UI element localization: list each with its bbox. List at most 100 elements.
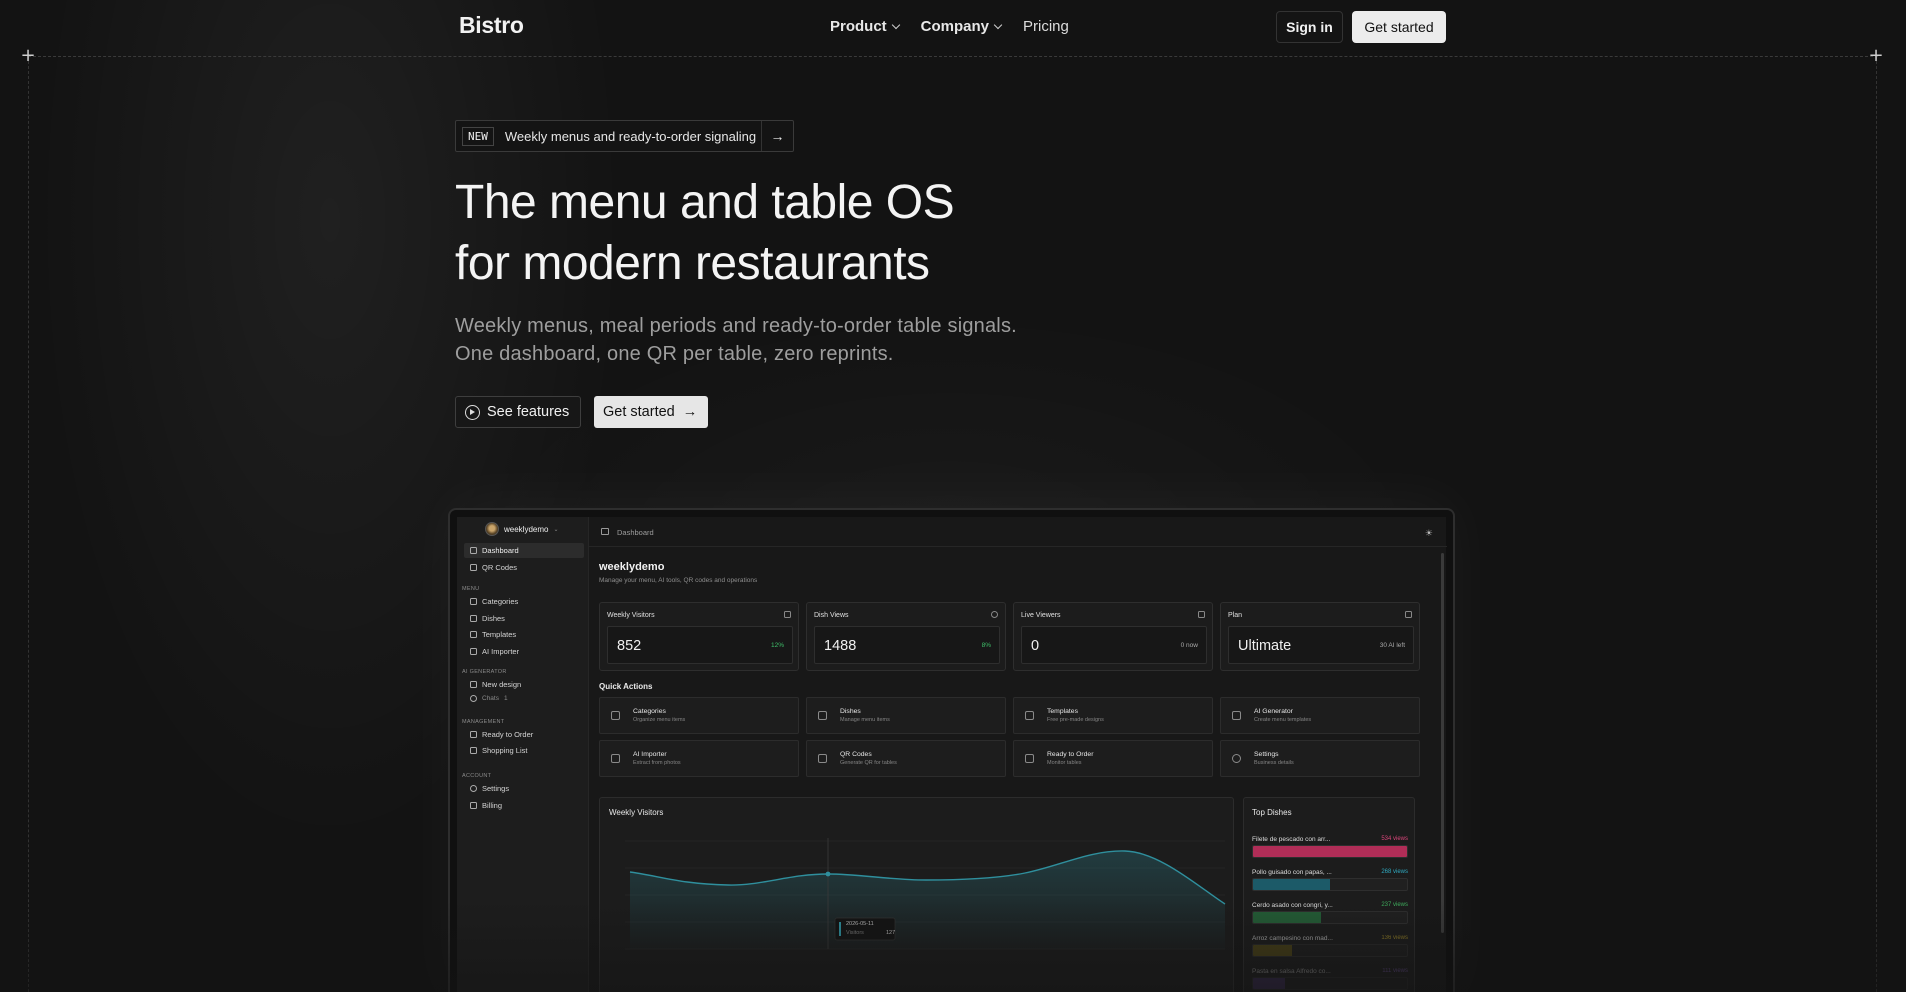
dish-views: 136 views [1381,935,1408,941]
dish-name: Filete de pescado con arr... [1252,836,1331,843]
sign-in-button[interactable]: Sign in [1276,11,1343,43]
tooltip-date: 2026-05-11 [846,921,874,927]
sidebar-item-shopping-list[interactable]: Shopping List [464,743,584,758]
quick-action-settings[interactable]: Settings Business details [1220,740,1420,777]
quick-action-ai-importer[interactable]: AI Importer Extract from photos [599,740,799,777]
clock-icon [470,695,477,702]
sidebar-item-label: QR Codes [482,563,518,572]
sidebar-item-settings[interactable]: Settings [464,781,584,796]
dish-views: 534 views [1381,836,1408,842]
preview-sidebar: weeklydemo ⌄ Dashboard QR Codes MENU Cat… [457,517,588,992]
layers-icon [470,631,477,638]
wand-icon [1232,711,1241,720]
top-dish-row[interactable]: Cerdo asado con congri, y... 237 views [1252,902,1408,930]
new-badge: NEW [462,126,494,146]
guide-line-left [28,56,29,992]
tooltip-label: Visitors [846,930,864,936]
sidebar-item-ai-importer[interactable]: AI Importer [464,644,584,659]
hero-title-line: for modern restaurants [455,237,930,290]
play-circle-icon [465,404,480,420]
quick-action-categories[interactable]: Categories Organize menu items [599,697,799,734]
sidebar-section-ai-generator: AI GENERATOR [462,669,507,675]
top-dish-row[interactable]: Arroz campesino con mad... 136 views [1252,935,1408,963]
sidebar-item-categories[interactable]: Categories [464,594,584,609]
sidebar-item-dishes[interactable]: Dishes [464,611,584,626]
sidebar-item-label: Chats [482,695,499,702]
sidebar-section-menu: MENU [462,586,480,592]
dish-name: Pollo guisado con papas, ... [1252,869,1332,876]
quick-action-desc: Create menu templates [1254,717,1312,723]
sidebar-item-label: New design [482,680,522,689]
top-dishes-card: Top Dishes Filete de pescado con arr... … [1243,797,1415,992]
sidebar-item-label: AI Importer [482,647,520,656]
utensils-icon [818,711,827,720]
announcement-text: Weekly menus and ready-to-order signalin… [504,128,757,144]
stat-label: Plan [1228,612,1243,619]
dish-bar-fill [1253,912,1321,923]
dish-name: Arroz campesino con mad... [1252,935,1333,942]
quick-action-name: Settings [1254,751,1279,758]
layers-icon [1025,711,1034,720]
see-features-button[interactable]: See features [455,396,581,428]
sidebar-item-chats[interactable]: Chats 1 [464,691,584,706]
quick-action-templates[interactable]: Templates Free pre-made designs [1013,697,1213,734]
hero-subtitle: Weekly menus, meal periods and ready-to-… [455,312,1017,368]
stat-value: 852 [617,638,642,654]
sidebar-item-billing[interactable]: Billing [464,798,584,813]
nav-product[interactable]: Product [830,18,900,35]
nav-links: Product Company Pricing [830,18,1069,35]
quick-action-desc: Manage menu items [840,717,890,723]
nav-get-started-button[interactable]: Get started [1352,11,1446,43]
stat-value: 0 [1031,638,1040,654]
announcement-banner[interactable]: NEW Weekly menus and ready-to-order sign… [455,120,794,152]
chevron-down-icon: ⌄ [553,526,559,533]
top-dish-row[interactable]: Pollo guisado con papas, ... 268 views [1252,869,1408,897]
dashboard-preview-frame: weeklydemo ⌄ Dashboard QR Codes MENU Cat… [448,508,1455,992]
scrollbar[interactable] [1441,553,1444,933]
sidebar-item-templates[interactable]: Templates [464,627,584,642]
dish-name: Pasta en salsa Alfredo co... [1252,968,1331,975]
building-icon [1405,611,1412,618]
hero-subtitle-line: Weekly menus, meal periods and ready-to-… [455,315,1017,337]
hero-title: The menu and table OS for modern restaur… [455,172,955,294]
arrow-right-icon: → [682,404,698,420]
brand-logo[interactable]: Bistro [459,12,524,39]
nav-company[interactable]: Company [921,18,1003,35]
chart-area [630,850,1225,949]
sidebar-item-ready-to-order[interactable]: Ready to Order [464,727,584,742]
sidebar-item-qr-codes[interactable]: QR Codes [464,560,584,575]
wand-icon [470,681,477,688]
preview-topbar: Dashboard ☀ [589,517,1447,547]
live-icon [1198,611,1205,618]
quick-action-name: AI Importer [633,751,667,758]
qr-icon [470,564,477,571]
hero-get-started-button[interactable]: Get started → [594,396,708,428]
stat-card: Dish Views 1488 8% [806,602,1006,671]
sidebar-toggle-icon[interactable] [601,528,609,535]
quick-action-qr-codes[interactable]: QR Codes Generate QR for tables [806,740,1006,777]
cart-icon [470,747,477,754]
sun-icon[interactable]: ☀ [1425,528,1433,539]
sidebar-item-label: Dashboard [482,546,519,555]
workspace-switcher[interactable]: weeklydemo ⌄ [485,522,559,536]
quick-action-ready-to-order[interactable]: Ready to Order Monitor tables [1013,740,1213,777]
top-dish-row[interactable]: Filete de pescado con arr... 534 views [1252,836,1408,864]
dish-bar-fill [1253,945,1292,956]
quick-action-name: Ready to Order [1047,751,1094,758]
stat-delta: 8% [981,642,991,649]
quick-action-name: AI Generator [1254,708,1293,715]
dish-views: 237 views [1381,902,1408,908]
sidebar-item-new-design[interactable]: New design [464,677,584,692]
quick-action-ai-generator[interactable]: AI Generator Create menu templates [1220,697,1420,734]
quick-action-dishes[interactable]: Dishes Manage menu items [806,697,1006,734]
stat-delta: 30 AI left [1379,642,1405,649]
top-dish-row[interactable]: Pasta en salsa Alfredo co... 111 views [1252,968,1408,992]
sidebar-item-dashboard[interactable]: Dashboard [464,543,584,558]
stat-card: Weekly Visitors 852 12% [599,602,799,671]
chart-plot [625,838,1226,950]
hero-subtitle-line: One dashboard, one QR per table, zero re… [455,343,894,365]
stat-label: Weekly Visitors [607,612,655,619]
nav-pricing[interactable]: Pricing [1023,18,1069,35]
quick-actions-title: Quick Actions [599,682,653,691]
chevron-down-icon [993,20,1003,29]
